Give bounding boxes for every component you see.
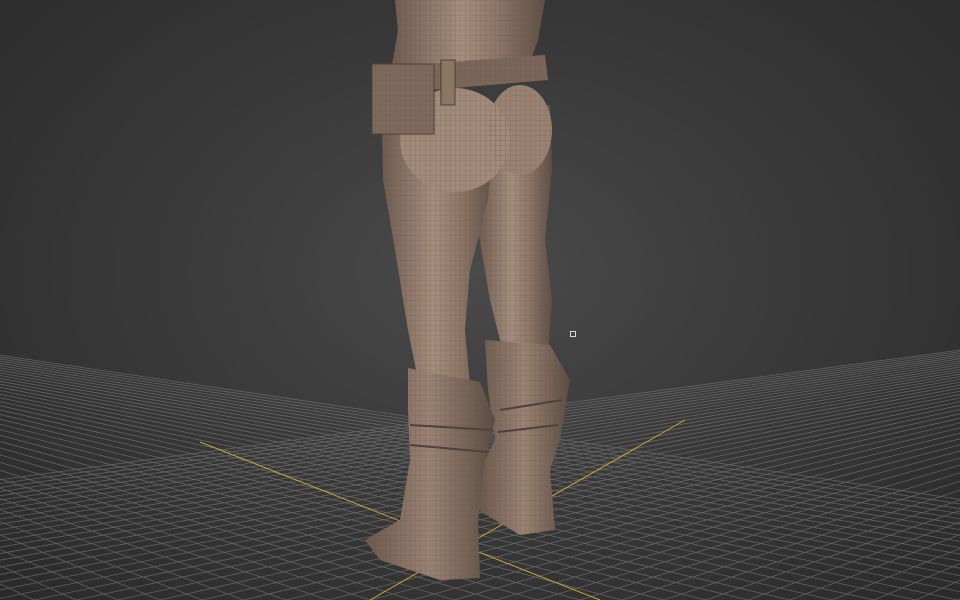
grid-line — [0, 418, 749, 600]
3d-viewport[interactable] — [0, 0, 960, 600]
belt-canister-mesh[interactable] — [440, 59, 456, 106]
pivot-marker-icon[interactable] — [570, 331, 576, 337]
grid-line — [873, 563, 960, 600]
viewport-scene[interactable] — [0, 0, 960, 600]
